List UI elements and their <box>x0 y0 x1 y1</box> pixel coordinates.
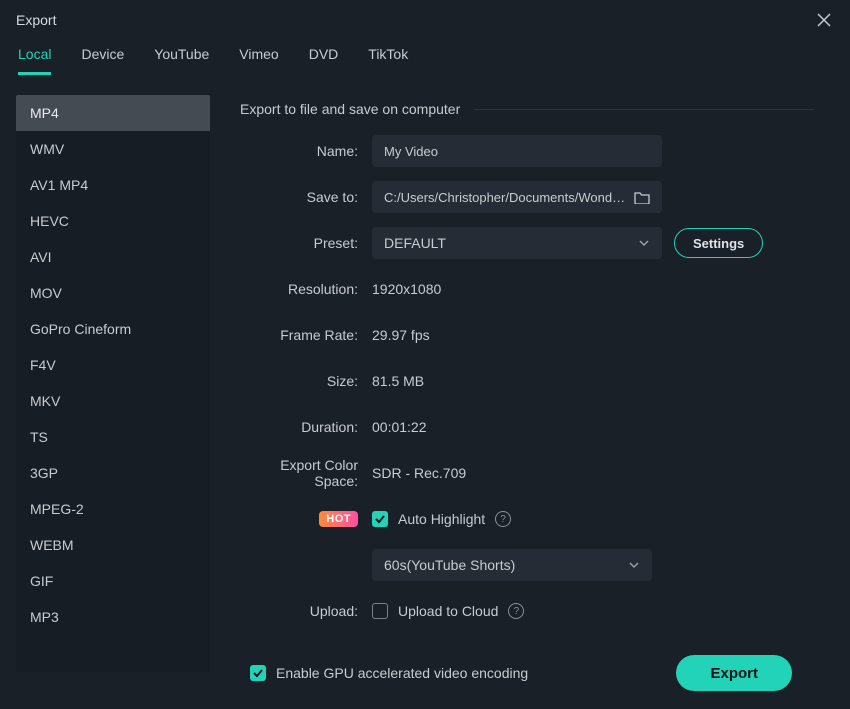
window-title: Export <box>16 12 56 28</box>
format-gif[interactable]: GIF <box>16 563 210 599</box>
name-input[interactable] <box>372 135 662 167</box>
label-color-space: Export Color Space: <box>240 457 372 489</box>
divider <box>474 109 814 110</box>
upload-help[interactable]: ? <box>508 603 524 619</box>
row-frame-rate: Frame Rate: 29.97 fps <box>240 319 814 351</box>
row-resolution: Resolution: 1920x1080 <box>240 273 814 305</box>
format-mp3[interactable]: MP3 <box>16 599 210 635</box>
dialog-body: MP4 WMV AV1 MP4 HEVC AVI MOV GoPro Cinef… <box>0 75 850 672</box>
format-mov[interactable]: MOV <box>16 275 210 311</box>
format-3gp[interactable]: 3GP <box>16 455 210 491</box>
resolution-value: 1920x1080 <box>372 281 441 297</box>
format-mpeg2[interactable]: MPEG-2 <box>16 491 210 527</box>
label-upload: Upload: <box>240 603 372 619</box>
gpu-checkbox[interactable] <box>250 665 266 681</box>
close-button[interactable] <box>814 10 834 30</box>
auto-highlight-label: Auto Highlight <box>398 511 485 527</box>
format-webm[interactable]: WEBM <box>16 527 210 563</box>
check-icon <box>374 513 386 525</box>
row-color-space: Export Color Space: SDR - Rec.709 <box>240 457 814 489</box>
upload-cloud-checkbox[interactable] <box>372 603 388 619</box>
upload-cloud-label: Upload to Cloud <box>398 603 498 619</box>
save-to-path: C:/Users/Christopher/Documents/Wondersh <box>384 190 626 205</box>
highlight-duration-value: 60s(YouTube Shorts) <box>384 557 515 573</box>
row-auto-highlight: HOT Auto Highlight ? <box>240 503 814 535</box>
format-av1-mp4[interactable]: AV1 MP4 <box>16 167 210 203</box>
export-button[interactable]: Export <box>676 655 792 691</box>
dialog-footer: Enable GPU accelerated video encoding Ex… <box>240 641 814 709</box>
format-mp4[interactable]: MP4 <box>16 95 210 131</box>
label-preset: Preset: <box>240 235 372 251</box>
row-preset: Preset: DEFAULT Settings <box>240 227 814 259</box>
tab-bar: Local Device YouTube Vimeo DVD TikTok <box>0 38 850 75</box>
auto-highlight-help[interactable]: ? <box>495 511 511 527</box>
label-size: Size: <box>240 373 372 389</box>
row-upload: Upload: Upload to Cloud ? <box>240 595 814 627</box>
label-name: Name: <box>240 143 372 159</box>
highlight-duration-select[interactable]: 60s(YouTube Shorts) <box>372 549 652 581</box>
tab-local[interactable]: Local <box>18 46 51 75</box>
chevron-down-icon <box>628 559 640 571</box>
folder-icon <box>634 190 650 204</box>
tab-device[interactable]: Device <box>81 46 124 75</box>
size-value: 81.5 MB <box>372 373 424 389</box>
label-save-to: Save to: <box>240 189 372 205</box>
label-frame-rate: Frame Rate: <box>240 327 372 343</box>
format-sidebar: MP4 WMV AV1 MP4 HEVC AVI MOV GoPro Cinef… <box>16 95 210 672</box>
duration-value: 00:01:22 <box>372 419 427 435</box>
titlebar: Export <box>0 0 850 38</box>
close-icon <box>817 13 831 27</box>
format-hevc[interactable]: HEVC <box>16 203 210 239</box>
form-heading: Export to file and save on computer <box>240 101 460 117</box>
chevron-down-icon <box>638 237 650 249</box>
tab-vimeo[interactable]: Vimeo <box>239 46 278 75</box>
row-highlight-duration: 60s(YouTube Shorts) <box>240 549 814 581</box>
preset-select[interactable]: DEFAULT <box>372 227 662 259</box>
format-avi[interactable]: AVI <box>16 239 210 275</box>
settings-button[interactable]: Settings <box>674 228 763 258</box>
row-size: Size: 81.5 MB <box>240 365 814 397</box>
frame-rate-value: 29.97 fps <box>372 327 430 343</box>
auto-highlight-checkbox[interactable] <box>372 511 388 527</box>
check-icon <box>252 667 264 679</box>
color-space-value: SDR - Rec.709 <box>372 465 466 481</box>
format-mkv[interactable]: MKV <box>16 383 210 419</box>
gpu-label: Enable GPU accelerated video encoding <box>276 665 528 681</box>
row-name: Name: <box>240 135 814 167</box>
tab-youtube[interactable]: YouTube <box>154 46 209 75</box>
format-wmv[interactable]: WMV <box>16 131 210 167</box>
hot-badge: HOT <box>319 511 358 527</box>
format-f4v[interactable]: F4V <box>16 347 210 383</box>
row-duration: Duration: 00:01:22 <box>240 411 814 443</box>
tab-tiktok[interactable]: TikTok <box>368 46 408 75</box>
form-heading-row: Export to file and save on computer <box>240 95 814 135</box>
tab-dvd[interactable]: DVD <box>309 46 339 75</box>
label-duration: Duration: <box>240 419 372 435</box>
row-save-to: Save to: C:/Users/Christopher/Documents/… <box>240 181 814 213</box>
format-gopro[interactable]: GoPro Cineform <box>16 311 210 347</box>
export-dialog: Export Local Device YouTube Vimeo DVD Ti… <box>0 0 850 672</box>
label-resolution: Resolution: <box>240 281 372 297</box>
export-form: Export to file and save on computer Name… <box>210 95 834 672</box>
save-to-field[interactable]: C:/Users/Christopher/Documents/Wondersh <box>372 181 662 213</box>
format-ts[interactable]: TS <box>16 419 210 455</box>
preset-value: DEFAULT <box>384 235 446 251</box>
